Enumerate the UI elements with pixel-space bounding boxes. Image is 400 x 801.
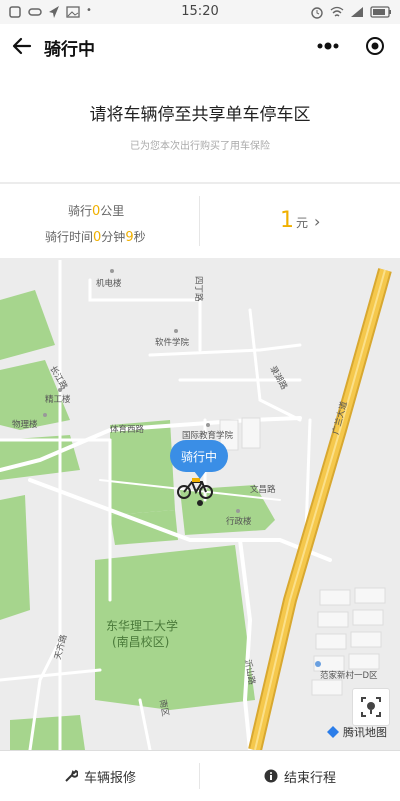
map-label: 范家新村一D区 bbox=[320, 670, 378, 681]
map-label: 软件学院 bbox=[155, 337, 190, 348]
map-label: 行政楼 bbox=[226, 516, 252, 527]
time-sec-unit: 秒 bbox=[133, 230, 146, 244]
page-title: 骑行中 bbox=[44, 40, 95, 60]
time-min-unit: 分钟 bbox=[101, 230, 126, 244]
map-logo-text: 腾讯地图 bbox=[343, 726, 387, 739]
map-label: 机电楼 bbox=[96, 278, 122, 289]
battery-icon bbox=[370, 6, 391, 18]
alarm-icon bbox=[311, 7, 323, 19]
distance-unit: 公里 bbox=[100, 204, 125, 218]
more-menu-button[interactable] bbox=[310, 31, 346, 61]
chevron-right-icon: › bbox=[314, 212, 321, 231]
map-logo: 腾讯地图 bbox=[326, 724, 387, 740]
locate-icon bbox=[361, 697, 381, 717]
map-label: 体育西路 bbox=[110, 424, 145, 435]
locate-button[interactable] bbox=[352, 688, 390, 726]
ride-stats: 骑行0公里 骑行时间0分钟9秒 1 元 › bbox=[0, 184, 400, 258]
end-trip-label: 结束行程 bbox=[283, 770, 336, 786]
fare-value: 1 bbox=[280, 208, 294, 233]
time-stat: 骑行时间0分钟9秒 bbox=[45, 228, 146, 245]
map-label: 四丁路 bbox=[193, 276, 204, 302]
university-label-sub: (南昌校区) bbox=[112, 634, 169, 649]
miniapp-capsule bbox=[310, 31, 390, 61]
nav-bar: 骑行中 bbox=[0, 24, 400, 68]
status-bar: • 15:20 bbox=[0, 0, 400, 24]
insurance-note: 已为您本次出行购买了用车保险 bbox=[130, 141, 270, 152]
time-prefix: 骑行时间 bbox=[45, 230, 94, 244]
parking-tip: 请将车辆停至共享单车停车区 bbox=[89, 105, 311, 125]
notice-panel: 请将车辆停至共享单车停车区 已为您本次出行购买了用车保险 bbox=[0, 68, 400, 182]
repair-label: 车辆报修 bbox=[83, 770, 136, 786]
map-label: 物理楼 bbox=[12, 419, 38, 430]
back-arrow-icon[interactable] bbox=[10, 34, 34, 58]
map-label: 精工楼 bbox=[45, 394, 71, 405]
time-sec: 9 bbox=[125, 230, 134, 245]
map-canvas: 机电楼 四丁路 软件学院 录湖路 广兰大道 体育西路 国际教育学院 精工楼 物理… bbox=[0, 260, 400, 750]
target-icon bbox=[366, 37, 384, 55]
bottom-action-bar: 车辆报修 结束行程 bbox=[0, 750, 400, 801]
map-view[interactable]: 机电楼 四丁路 软件学院 录湖路 广兰大道 体育西路 国际教育学院 精工楼 物理… bbox=[0, 260, 400, 750]
more-dots-icon bbox=[317, 42, 339, 50]
fare-button[interactable]: 1 元 › bbox=[280, 208, 320, 233]
fare-unit: 元 bbox=[296, 216, 309, 230]
repair-button[interactable]: 车辆报修 bbox=[0, 751, 200, 801]
distance-stat: 骑行0公里 bbox=[68, 202, 124, 219]
wifi-icon bbox=[330, 6, 344, 17]
close-miniapp-button[interactable] bbox=[360, 31, 390, 61]
end-trip-button[interactable]: 结束行程 bbox=[200, 751, 400, 801]
user-location-dot bbox=[197, 500, 203, 506]
status-right-icons bbox=[310, 5, 392, 19]
riding-bubble: 骑行中 bbox=[170, 440, 228, 479]
university-label: 东华理工大学 bbox=[106, 618, 178, 633]
distance-prefix: 骑行 bbox=[68, 204, 93, 218]
stats-divider bbox=[199, 196, 200, 246]
wrench-icon bbox=[65, 769, 78, 782]
park-area bbox=[0, 495, 30, 620]
signal-icon bbox=[351, 7, 363, 17]
map-label: 文昌路 bbox=[250, 484, 276, 495]
tencent-map-icon bbox=[327, 726, 339, 738]
park-area bbox=[10, 715, 85, 750]
info-icon bbox=[264, 769, 278, 783]
